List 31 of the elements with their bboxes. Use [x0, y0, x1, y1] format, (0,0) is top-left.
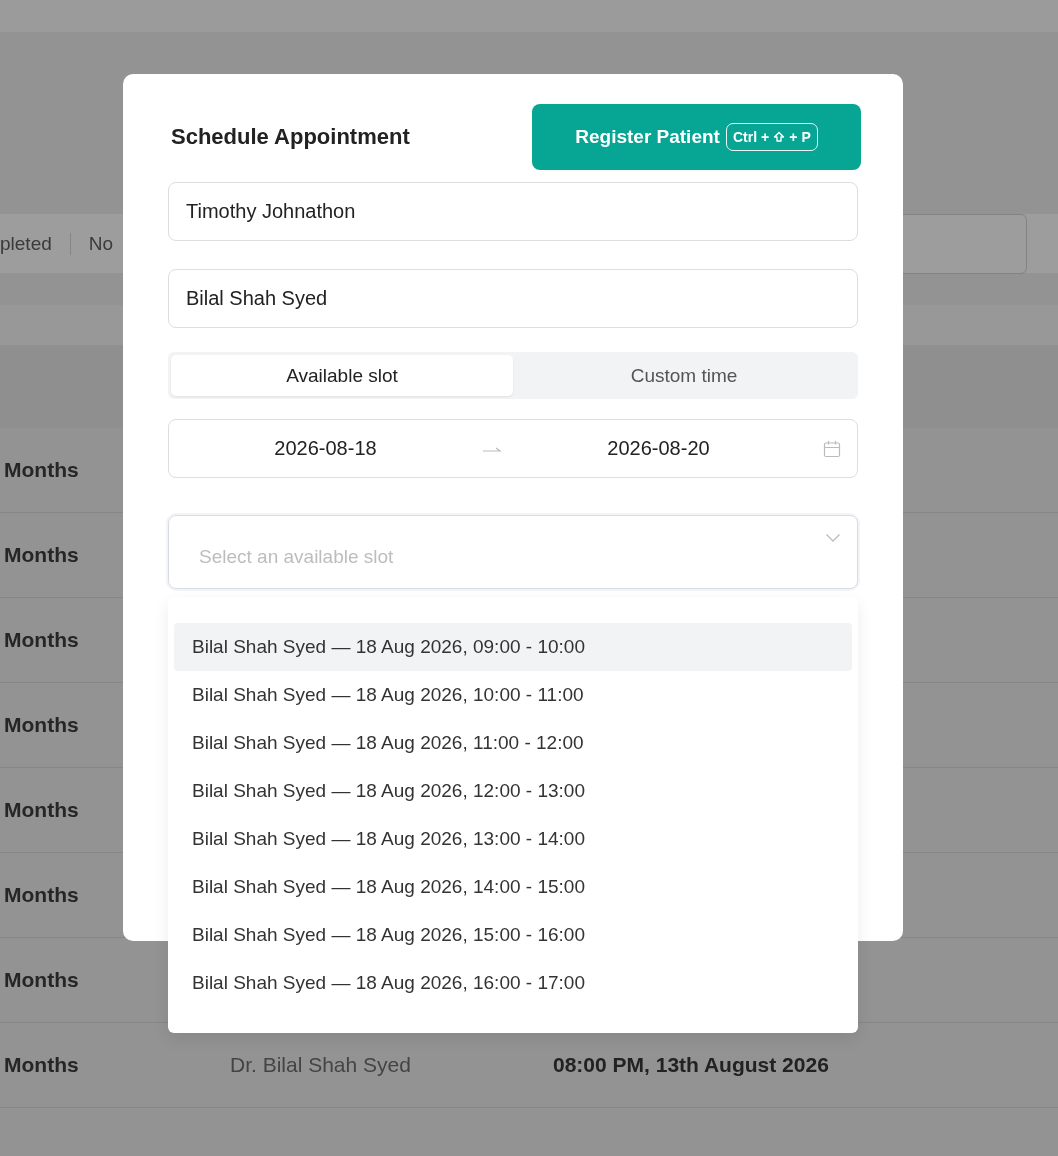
- table-cell: Months: [4, 968, 79, 992]
- slot-option[interactable]: Bilal Shah Syed — 18 Aug 2026, 10:00 - 11:00: [174, 671, 852, 719]
- date-range-field[interactable]: 2026-08-18 2026-08-20: [168, 419, 858, 478]
- slot-option[interactable]: Bilal Shah Syed — 18 Aug 2026, 16:00 - 17:00: [174, 959, 852, 1007]
- slot-option[interactable]: Bilal Shah Syed — 18 Aug 2026, 13:00 - 14:00: [174, 815, 852, 863]
- slot-option[interactable]: Bilal Shah Syed — 18 Aug 2026, 12:00 - 13:00: [174, 767, 852, 815]
- calendar-icon[interactable]: [823, 439, 841, 458]
- table-cell: 08:00 PM, 13th August 2026: [553, 1053, 829, 1077]
- filter-tab[interactable]: pleted: [0, 232, 70, 255]
- table-cell: Months: [4, 628, 79, 652]
- table-cell: Months: [4, 458, 79, 482]
- end-date: 2026-08-20: [606, 437, 711, 460]
- table-cell: Months: [4, 798, 79, 822]
- slot-option[interactable]: Bilal Shah Syed — 18 Aug 2026, 11:00 - 12:00: [174, 719, 852, 767]
- mode-tab[interactable]: Available slot: [171, 355, 513, 396]
- mode-tab[interactable]: Custom time: [513, 355, 855, 396]
- dialog-title: Schedule Appointment: [171, 124, 410, 150]
- chevron-down-icon: [825, 533, 841, 543]
- slot-option[interactable]: Bilal Shah Syed — 18 Aug 2026, 09:00 - 10:00: [174, 623, 852, 671]
- table-cell: Dr. Bilal Shah Syed: [230, 1053, 411, 1077]
- table-cell: Months: [4, 1053, 79, 1077]
- shift-icon: [773, 131, 786, 143]
- slot-option[interactable]: Bilal Shah Syed — 18 Aug 2026, 14:00 - 15:00: [174, 863, 852, 911]
- slot-option[interactable]: Bilal Shah Syed — 18 Aug 2026, 15:00 - 16:00: [174, 911, 852, 959]
- table-cell: Months: [4, 543, 79, 567]
- table-cell: Months: [4, 883, 79, 907]
- doctor-field[interactable]: Bilal Shah Syed: [168, 269, 858, 328]
- start-date: 2026-08-18: [273, 437, 378, 460]
- patient-field[interactable]: Timothy Johnathon: [168, 182, 858, 241]
- shortcut-hint: Ctrl + + P: [725, 123, 818, 151]
- table-cell: Months: [4, 713, 79, 737]
